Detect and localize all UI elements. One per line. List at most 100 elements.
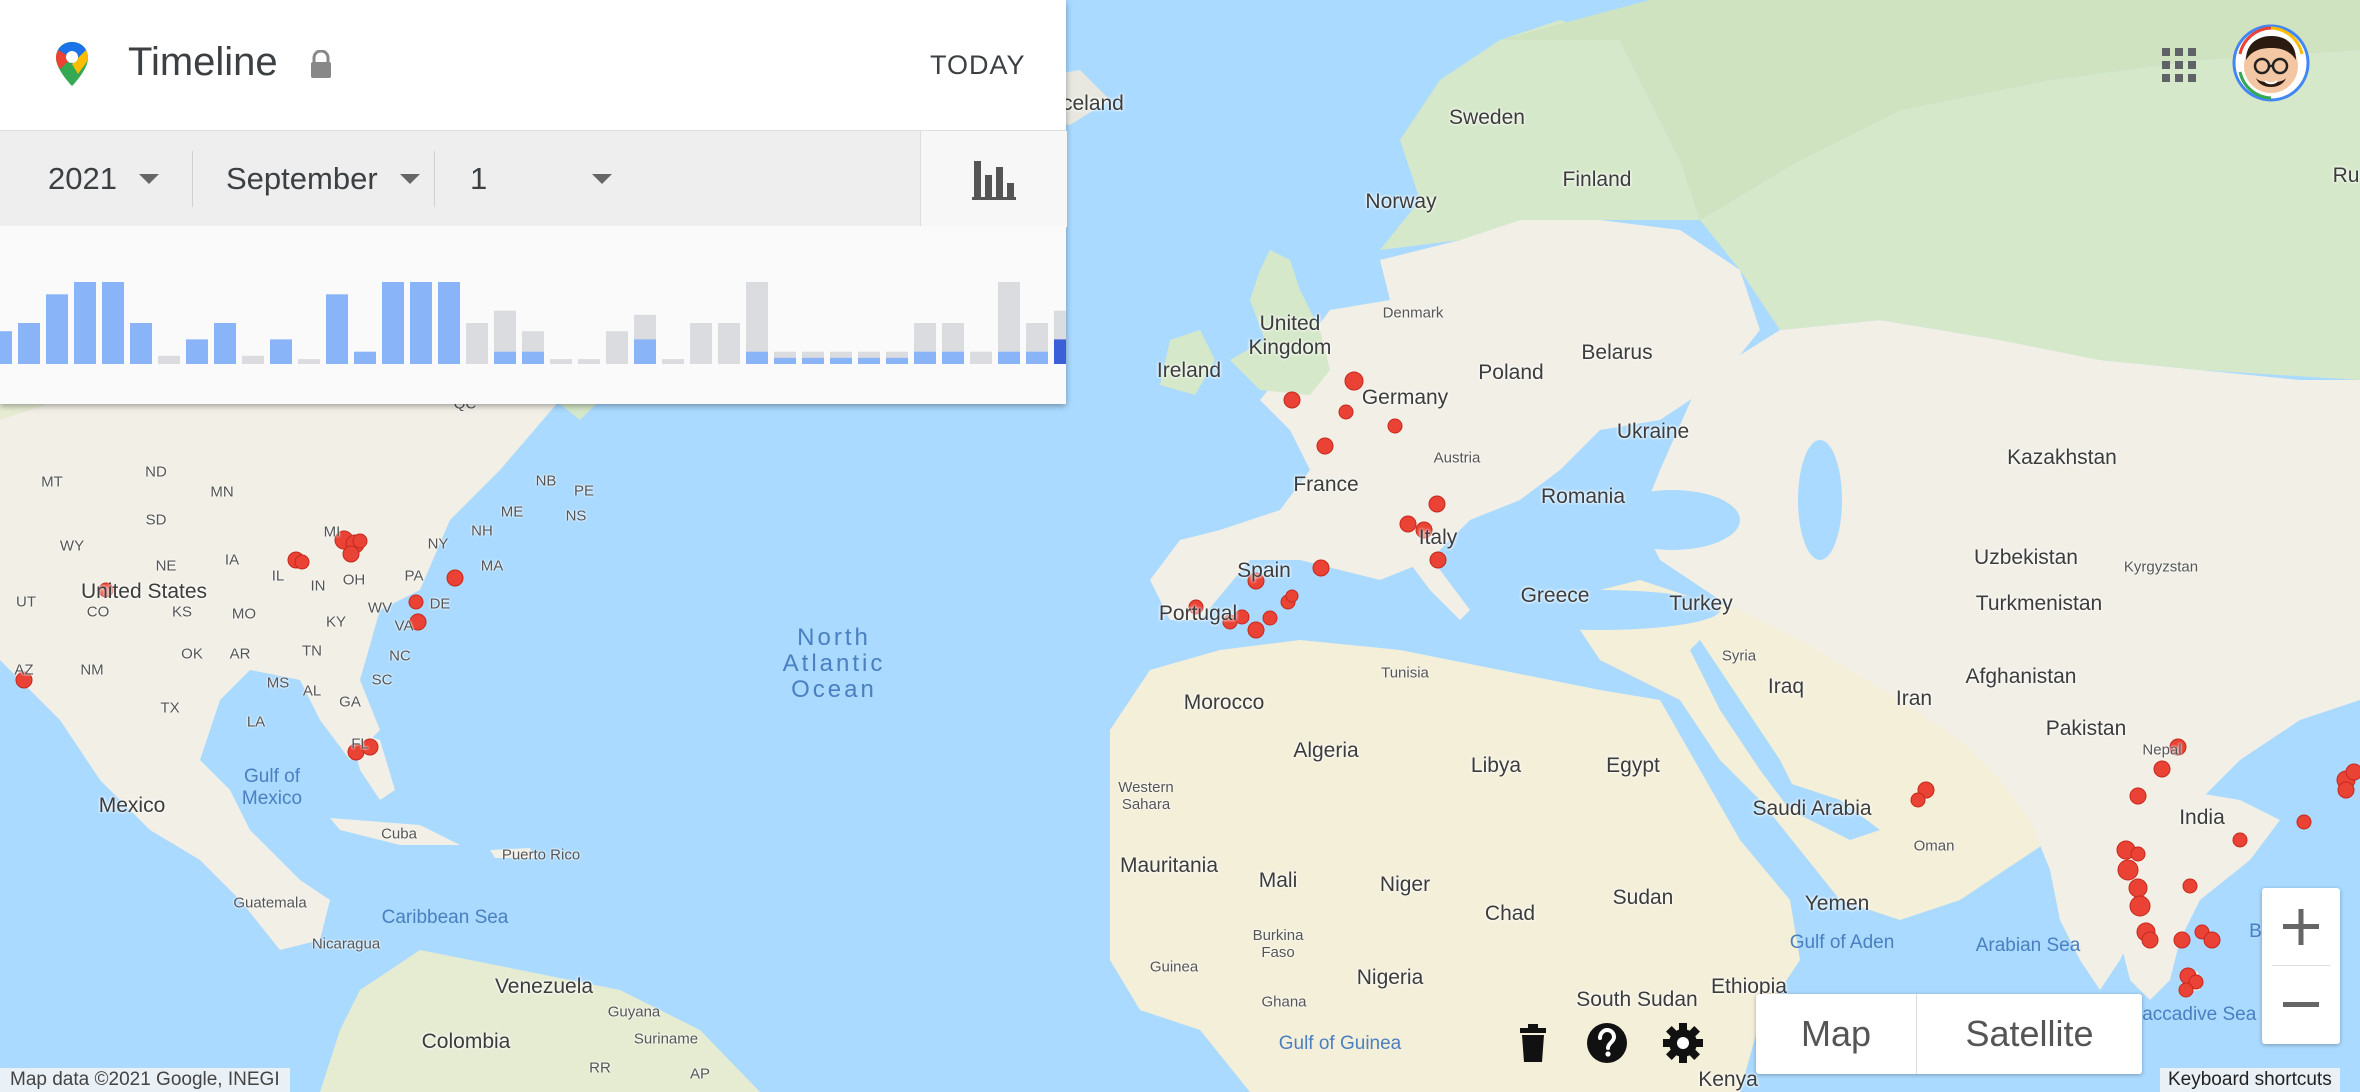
histogram-bar-fill (942, 351, 964, 364)
map-label: Kyrgyzstan (2123, 558, 2199, 576)
chevron-down-icon (592, 174, 612, 184)
map-label: Arabian Sea (1975, 935, 2081, 956)
map-label: Colombia (421, 1030, 511, 1053)
histogram-bar[interactable] (438, 282, 460, 364)
map-label: Mauritania (1119, 854, 1219, 877)
histogram-bar[interactable] (102, 282, 124, 364)
histogram-bar[interactable] (158, 355, 180, 364)
day-dropdown[interactable]: 1 (470, 131, 612, 227)
histogram-bar[interactable] (466, 323, 488, 364)
histogram-bar[interactable] (410, 282, 432, 364)
chart-toggle-button[interactable] (920, 131, 1067, 227)
map-label: KS (171, 603, 193, 621)
map-label: Niger (1379, 873, 1431, 896)
trash-icon[interactable] (1512, 1022, 1554, 1064)
map-label: Afghanistan (1965, 665, 2077, 688)
map-label: Venezuela (494, 975, 594, 998)
today-button[interactable]: TODAY (930, 50, 1026, 81)
activity-histogram[interactable] (0, 226, 1076, 404)
map-label: IL (271, 567, 285, 585)
map-label: Iraq (1767, 675, 1805, 698)
map-label: Yemen (1804, 892, 1870, 915)
day-value: 1 (470, 161, 488, 196)
histogram-bar[interactable] (214, 323, 236, 364)
map-label: Portugal (1158, 602, 1238, 625)
map-label: Turkmenistan (1975, 592, 2103, 615)
lock-icon (311, 50, 331, 78)
map-label: Kazakhstan (2007, 446, 2117, 469)
map-label: TX (160, 699, 180, 717)
map-label: Cuba (381, 825, 417, 843)
map-label: Ireland (1156, 359, 1222, 382)
histogram-bar[interactable] (18, 323, 40, 364)
map-label: Tunisia (1381, 664, 1429, 682)
map-label: Poland (1478, 361, 1544, 384)
avatar[interactable] (2232, 24, 2310, 102)
histogram-bar[interactable] (690, 323, 712, 364)
histogram-bar-fill (998, 351, 1020, 364)
map-label: United States (80, 580, 208, 603)
histogram-bar[interactable] (242, 355, 264, 364)
map-label: Guatemala (233, 894, 307, 912)
map-label: CO (86, 603, 110, 621)
help-icon[interactable] (1586, 1022, 1628, 1064)
histogram-bar[interactable] (550, 359, 572, 364)
histogram-bar[interactable] (270, 339, 292, 364)
histogram-bar[interactable] (74, 282, 96, 364)
map-label: Nicaragua (311, 935, 381, 953)
map-label: Suriname (633, 1030, 699, 1048)
gear-icon[interactable] (1662, 1022, 1704, 1064)
histogram-bar[interactable] (718, 323, 740, 364)
map-label: PE (573, 482, 595, 500)
histogram-bar[interactable] (326, 294, 348, 364)
zoom-in-icon[interactable] (2262, 888, 2340, 966)
map-label: NM (80, 661, 104, 679)
map-label: NS (565, 507, 587, 525)
map-label: MO (231, 605, 257, 623)
map-label: Libya (1470, 754, 1522, 777)
histogram-bar[interactable] (606, 331, 628, 364)
map-label: Chad (1484, 902, 1536, 925)
keyboard-shortcuts-link[interactable]: Keyboard shortcuts (2160, 1068, 2340, 1092)
map-label: UT (16, 593, 36, 611)
map-label: United Kingdom (1248, 312, 1332, 359)
histogram-bar[interactable] (186, 339, 208, 364)
map-label: MI (323, 523, 341, 541)
map-label: Puerto Rico (501, 846, 581, 864)
histogram-bar[interactable] (130, 323, 152, 364)
timeline-title: Timeline (128, 40, 278, 84)
histogram-bar[interactable] (354, 351, 376, 364)
map-type-map-button[interactable]: Map (1756, 994, 1917, 1074)
zoom-out-icon[interactable] (2262, 966, 2340, 1044)
map-label: Nigeria (1356, 966, 1424, 989)
map-type-satellite-button[interactable]: Satellite (1917, 994, 2142, 1074)
divider (192, 151, 193, 207)
histogram-bar[interactable] (662, 359, 684, 364)
month-dropdown[interactable]: September (226, 131, 420, 227)
timeline-panel: Timeline TODAY 2021 September 1 (0, 0, 1076, 404)
map-label: AZ (14, 661, 34, 679)
chevron-down-icon (399, 174, 420, 184)
map-label: Nepal (2142, 741, 2182, 759)
map-label: MN (210, 483, 234, 501)
map-label: Germany (1361, 386, 1449, 409)
map-label: NY (427, 535, 449, 553)
histogram-bar[interactable] (298, 359, 320, 364)
map-label: Guyana (607, 1003, 661, 1021)
map-label: Mexico (98, 794, 166, 817)
apps-grid-icon[interactable] (2162, 48, 2196, 82)
histogram-bar[interactable] (578, 359, 600, 364)
map-label: VA (394, 617, 414, 635)
histogram-bar[interactable] (382, 282, 404, 364)
year-dropdown[interactable]: 2021 (48, 131, 159, 227)
map-label: Denmark (1382, 304, 1444, 322)
map-label: Spain (1237, 559, 1291, 582)
map-label: Ghana (1261, 993, 1307, 1011)
histogram-bar[interactable] (970, 351, 992, 364)
map-attribution[interactable]: Map data ©2021 Google, INEGI (0, 1068, 290, 1092)
histogram-bar[interactable] (0, 331, 12, 364)
maps-pin-icon (56, 42, 88, 86)
map-label: OH (342, 571, 366, 589)
histogram-bar[interactable] (46, 294, 68, 364)
map-label: ND (145, 463, 167, 481)
